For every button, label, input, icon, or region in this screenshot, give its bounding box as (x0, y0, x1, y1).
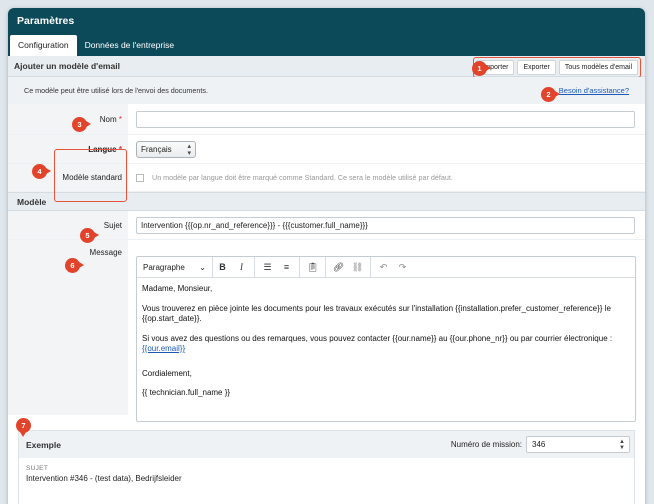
language-row: Langue * Français ▴ ▾ (8, 135, 645, 164)
paragraph-style-select[interactable]: Paragraphe ⌄ (143, 256, 213, 278)
marker-4: 4 (32, 164, 51, 179)
marker-6: 6 (65, 258, 84, 273)
standard-checkbox[interactable] (136, 173, 144, 182)
closing-text: Cordialement, (142, 368, 192, 378)
export-button[interactable]: Exporter (517, 60, 556, 75)
message-editor: Paragraphe ⌄ B I ☰ ≡ 📋︎ 🔗︎ ⛓︎ ↶ ↷ Madame… (136, 256, 636, 422)
undo-icon[interactable]: ↶ (374, 257, 393, 278)
add-template-header: Ajouter un modèle d'email Importer Expor… (8, 56, 645, 78)
subject-input[interactable]: Intervention {{{op.nr_and_reference}}} -… (136, 216, 635, 234)
header-button-group: Importer Exporter Tous modèles d'email (473, 57, 641, 78)
settings-window: Paramètres Configuration Données de l'en… (8, 8, 645, 504)
marker-7: 7 (16, 418, 31, 437)
signature-text: {{ technician.full_name }} (142, 388, 231, 397)
info-text: Ce modèle peut être utilisé lors de l'en… (24, 86, 208, 95)
example-title: Exemple (26, 439, 61, 450)
example-subject-value: Intervention #346 - (test data), Bedrijf… (26, 474, 182, 483)
marker-3: 3 (72, 117, 91, 132)
marker-2: 2 (541, 87, 560, 102)
link-icon[interactable]: 🔗︎ (329, 257, 348, 278)
spinner-icon[interactable]: ▲ ▼ (619, 439, 625, 451)
chevron-down-icon: ⌄ (199, 262, 206, 272)
example-panel: Exemple Numéro de mission: 346 ▲ ▼ SUJET … (18, 430, 635, 504)
numbered-list-icon[interactable]: ≡ (277, 257, 296, 278)
mission-label: Numéro de mission: (450, 440, 522, 449)
subject-label: Sujet (8, 211, 128, 239)
name-input[interactable] (136, 110, 635, 128)
mission-number-input[interactable]: 346 ▲ ▼ (526, 436, 630, 453)
name-row: Nom * (8, 104, 645, 135)
name-label: Nom * (8, 104, 128, 134)
marker-5: 5 (80, 228, 99, 243)
standard-row: Modèle standard Un modèle par langue doi… (8, 164, 645, 192)
paste-icon[interactable]: 📋︎ (303, 257, 322, 278)
language-label: Langue * (8, 135, 128, 163)
tab-company-data[interactable]: Données de l'entreprise (77, 35, 183, 56)
italic-icon[interactable]: I (232, 257, 251, 278)
message-body[interactable]: Madame, Monsieur, Vous trouverez en pièc… (137, 278, 635, 414)
section-title: Ajouter un modèle d'email (14, 61, 120, 71)
example-subject-caption: SUJET (26, 465, 49, 472)
standard-label: Modèle standard (8, 164, 128, 191)
tab-bar: Configuration Données de l'entreprise (8, 35, 645, 56)
help-link[interactable]: Besoin d'assistance? (559, 86, 629, 95)
editor-toolbar: Paragraphe ⌄ B I ☰ ≡ 📋︎ 🔗︎ ⛓︎ ↶ ↷ (137, 256, 635, 278)
all-templates-button[interactable]: Tous modèles d'email (558, 60, 638, 75)
email-link[interactable]: {{our.email}} (142, 344, 185, 353)
window-title: Paramètres (8, 8, 645, 35)
greeting-text: Madame, Monsieur, (142, 284, 213, 293)
language-select[interactable]: Français ▴ ▾ (136, 140, 196, 158)
subject-row: Sujet Intervention {{{op.nr_and_referenc… (8, 211, 645, 240)
tab-configuration[interactable]: Configuration (10, 35, 77, 56)
redo-icon[interactable]: ↷ (393, 257, 412, 278)
unlink-icon[interactable]: ⛓︎ (348, 257, 367, 278)
bold-icon[interactable]: B (213, 257, 232, 278)
body-line-2: Si vous avez des questions ou des remarq… (142, 333, 613, 354)
body-line-1: Vous trouverez en pièce jointe les docum… (142, 303, 611, 324)
bullet-list-icon[interactable]: ☰ (258, 257, 277, 278)
modele-section-title: Modèle (8, 192, 645, 211)
standard-hint: Un modèle par langue doit être marqué co… (152, 173, 453, 182)
select-arrows-icon: ▴ ▾ (187, 142, 191, 157)
marker-1: 1 (472, 61, 491, 76)
